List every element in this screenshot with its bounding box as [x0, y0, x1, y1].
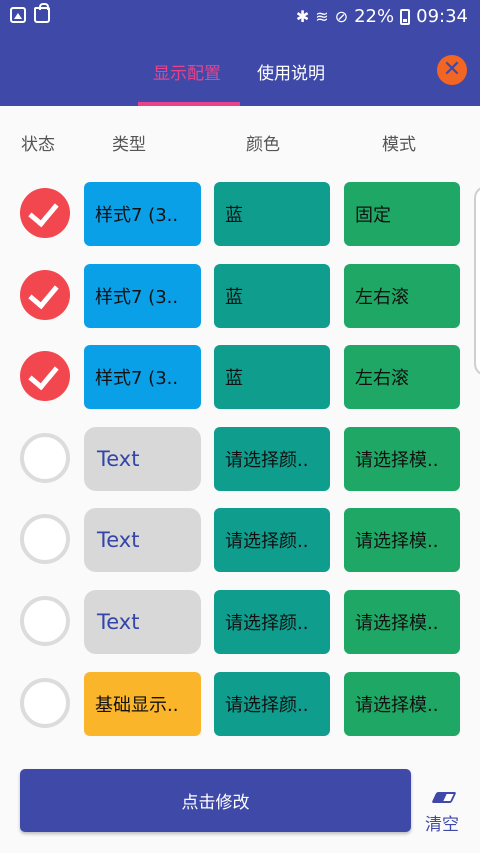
row-checkbox[interactable]: [20, 270, 70, 320]
color-selector[interactable]: 请选择颜..: [214, 427, 330, 491]
system-tray: ✱ ≋ ⊘ 22% 09:34: [296, 6, 468, 27]
close-icon[interactable]: ✕: [437, 55, 467, 85]
clear-button[interactable]: 清空: [422, 790, 466, 835]
type-selector[interactable]: 样式7 (3..: [84, 264, 201, 328]
app-bar: 显示配置 使用说明 ✕: [0, 33, 480, 106]
type-selector[interactable]: 样式7 (3..: [84, 345, 201, 409]
tab-usage-help[interactable]: 使用说明: [257, 59, 325, 84]
config-row: Text 请选择颜.. 请选择模..: [0, 508, 480, 572]
config-row: 样式7 (3.. 蓝 固定: [0, 182, 480, 246]
bag-icon: [34, 3, 50, 23]
header-color: 颜色: [246, 135, 280, 155]
bluetooth-icon: ✱: [295, 7, 310, 26]
row-checkbox[interactable]: [20, 514, 70, 564]
color-selector[interactable]: 蓝: [214, 345, 330, 409]
config-row: Text 请选择颜.. 请选择模..: [0, 590, 480, 654]
edge-panel-handle[interactable]: [474, 186, 480, 376]
type-selector[interactable]: 样式7 (3..: [84, 182, 201, 246]
config-row: 基础显示.. 请选择颜.. 请选择模..: [0, 672, 480, 736]
color-selector[interactable]: 请选择颜..: [214, 672, 330, 736]
config-row: 样式7 (3.. 蓝 左右滚: [0, 264, 480, 328]
mode-selector[interactable]: 请选择模..: [344, 672, 460, 736]
mode-selector[interactable]: 左右滚: [344, 264, 460, 328]
row-checkbox[interactable]: [20, 678, 70, 728]
clear-label: 清空: [425, 815, 459, 835]
row-checkbox[interactable]: [20, 351, 70, 401]
mode-selector[interactable]: 请选择模..: [344, 590, 460, 654]
config-row: Text 请选择颜.. 请选择模..: [0, 427, 480, 491]
battery-percent: 22%: [354, 6, 395, 27]
header-mode: 模式: [382, 135, 416, 155]
tab-display-config[interactable]: 显示配置: [153, 59, 221, 84]
mode-selector[interactable]: 请选择模..: [344, 508, 460, 572]
config-row: 样式7 (3.. 蓝 左右滚: [0, 345, 480, 409]
type-selector[interactable]: Text: [84, 508, 201, 572]
color-selector[interactable]: 蓝: [214, 264, 330, 328]
eraser-icon: [431, 792, 457, 803]
type-selector[interactable]: Text: [84, 590, 201, 654]
wifi-icon: ≋: [315, 7, 329, 26]
submit-button[interactable]: 点击修改: [20, 769, 411, 832]
type-selector[interactable]: Text: [84, 427, 201, 491]
notification-icons: [10, 3, 50, 23]
row-checkbox[interactable]: [20, 433, 70, 483]
color-selector[interactable]: 请选择颜..: [214, 508, 330, 572]
dnd-icon: ⊘: [334, 7, 349, 26]
color-selector[interactable]: 请选择颜..: [214, 590, 330, 654]
clock: 09:34: [416, 6, 468, 27]
image-icon: [10, 7, 26, 23]
color-selector[interactable]: 蓝: [214, 182, 330, 246]
mode-selector[interactable]: 固定: [344, 182, 460, 246]
column-headers: 状态 类型 颜色 模式: [0, 130, 480, 155]
row-checkbox[interactable]: [20, 596, 70, 646]
mode-selector[interactable]: 请选择模..: [344, 427, 460, 491]
mode-selector[interactable]: 左右滚: [344, 345, 460, 409]
status-bar: ✱ ≋ ⊘ 22% 09:34: [0, 0, 480, 33]
type-selector[interactable]: 基础显示..: [84, 672, 201, 736]
row-checkbox[interactable]: [20, 188, 70, 238]
header-status: 状态: [21, 135, 55, 155]
battery-icon: [400, 8, 411, 25]
active-tab-indicator: [138, 102, 240, 106]
header-type: 类型: [112, 135, 146, 155]
